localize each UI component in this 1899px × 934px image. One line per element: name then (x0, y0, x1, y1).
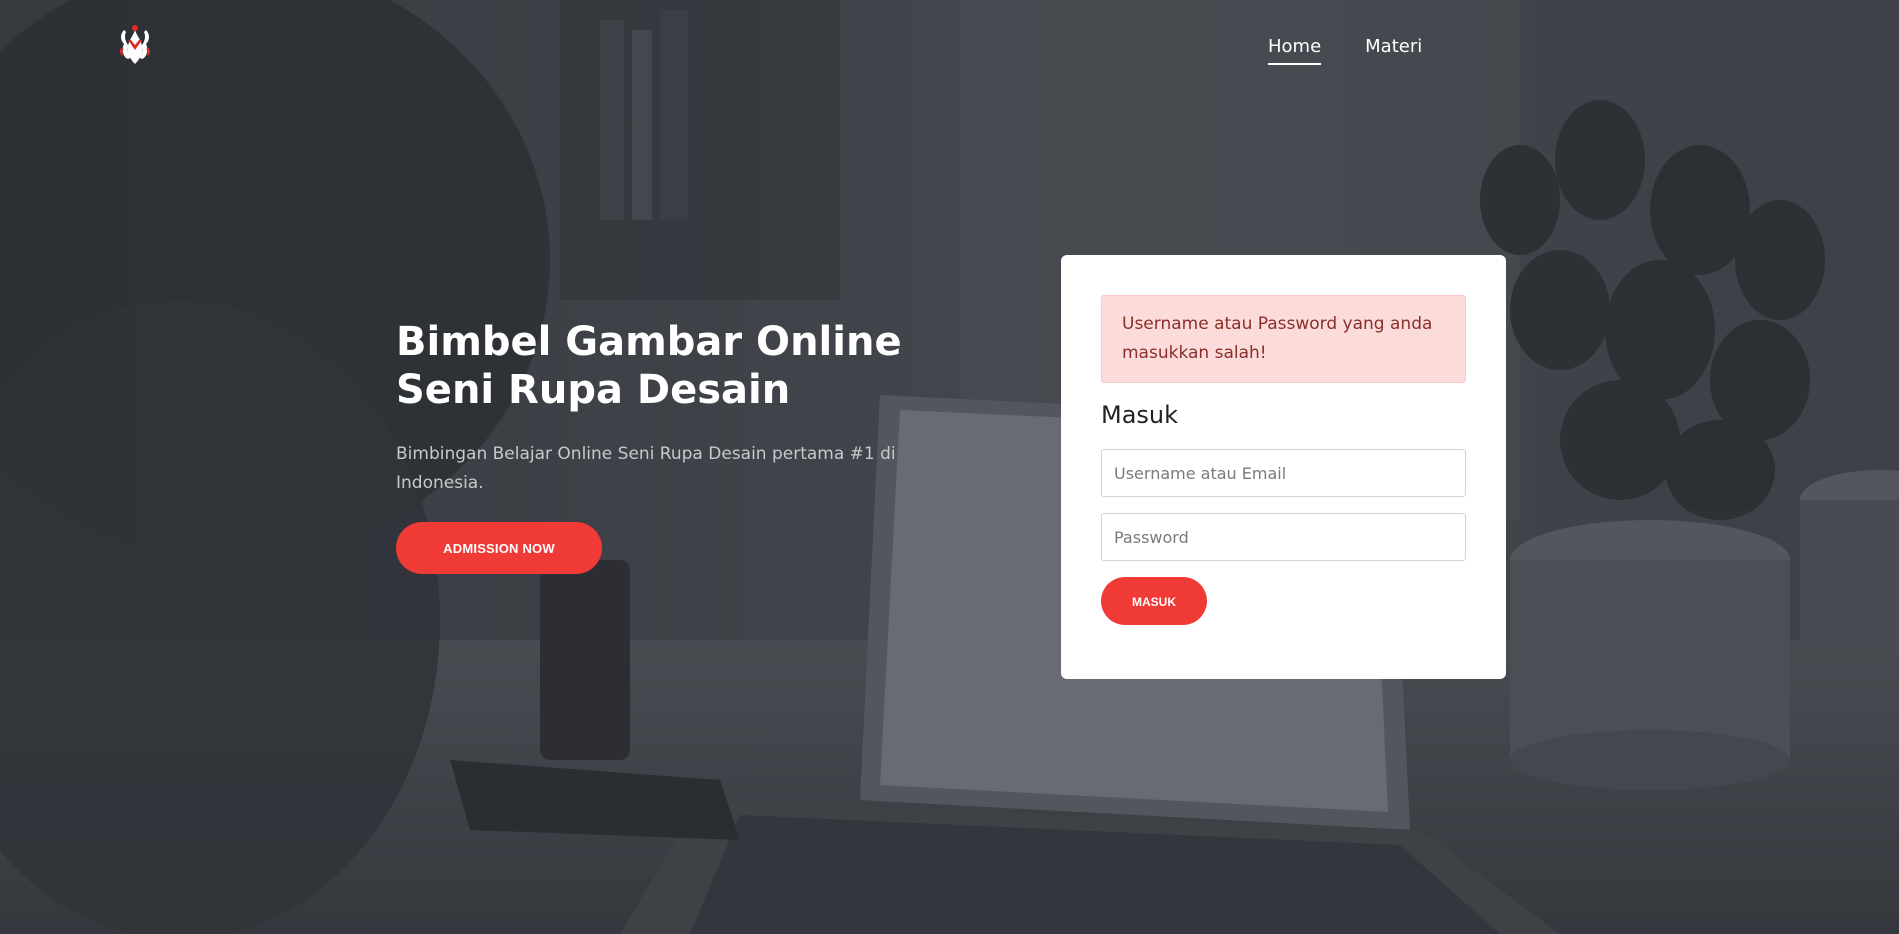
password-input[interactable] (1101, 513, 1466, 561)
nav-link-materi[interactable]: Materi (1365, 36, 1422, 65)
login-submit-button[interactable]: MASUK (1101, 577, 1207, 625)
hero-subtitle: Bimbingan Belajar Online Seni Rupa Desai… (396, 444, 896, 493)
nav-link-home[interactable]: Home (1268, 36, 1322, 65)
hero-copy: Bimbel Gambar Online Seni Rupa Desain Bi… (396, 318, 956, 574)
crown-crest-logo-icon (119, 25, 151, 64)
login-card: Username atau Password yang anda masukka… (1061, 255, 1506, 679)
site-logo[interactable] (110, 20, 160, 70)
error-alert: Username atau Password yang anda masukka… (1101, 295, 1466, 383)
username-input[interactable] (1101, 449, 1466, 497)
hero-title: Bimbel Gambar Online Seni Rupa Desain (396, 319, 902, 413)
login-title: Masuk (1101, 401, 1179, 429)
admission-now-button[interactable]: ADMISSION NOW (396, 522, 602, 574)
main-nav: Home Materi (1268, 36, 1422, 65)
hero-section: Home Materi Bimbel Gambar Online Seni Ru… (0, 0, 1899, 934)
